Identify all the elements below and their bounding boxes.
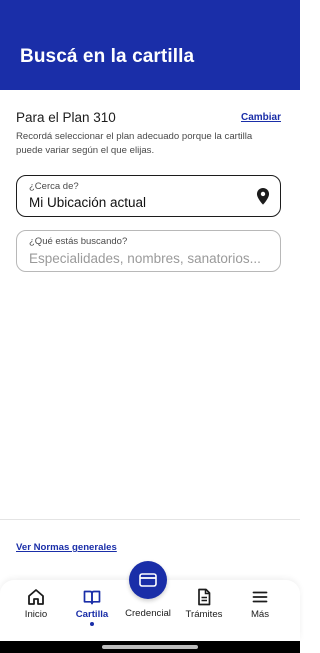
nav-item-cartilla[interactable]: Cartilla	[64, 580, 120, 641]
card-icon	[139, 573, 157, 587]
nav-label-inicio: Inicio	[24, 609, 48, 620]
nav-item-tramites[interactable]: Trámites	[176, 580, 232, 641]
plan-note: Recordá seleccionar el plan adecuado por…	[16, 131, 253, 156]
menu-icon	[252, 591, 268, 603]
home-icon	[28, 589, 44, 605]
screen: Buscá en la cartilla Para el Plan 310 Ca…	[0, 0, 300, 653]
nav-label-credencial[interactable]: Credencial	[118, 608, 178, 619]
nav-label-cartilla: Cartilla	[75, 609, 109, 620]
change-plan-link[interactable]: Cambiar	[241, 112, 281, 123]
nav-item-inicio[interactable]: Inicio	[8, 580, 64, 641]
location-pin-icon[interactable]	[256, 188, 270, 205]
location-field-value: Mi Ubicación actual	[29, 195, 147, 210]
nav-label-tramites: Trámites	[185, 609, 223, 620]
norms-link[interactable]: Ver Normas generales	[16, 542, 117, 553]
search-input[interactable]	[29, 249, 269, 267]
search-field-label: ¿Qué estás buscando?	[29, 236, 128, 247]
location-field-label: ¿Cerca de?	[29, 181, 79, 192]
location-field[interactable]: ¿Cerca de? Mi Ubicación actual	[16, 175, 281, 217]
header-bar: Buscá en la cartilla	[0, 0, 300, 90]
search-field[interactable]: ¿Qué estás buscando?	[16, 230, 281, 272]
document-icon	[198, 588, 211, 606]
nav-label-mas: Más	[250, 609, 270, 620]
page-title: Buscá en la cartilla	[20, 46, 195, 67]
credencial-button[interactable]	[129, 561, 167, 599]
gesture-handle[interactable]	[102, 645, 198, 649]
divider	[0, 519, 300, 520]
system-navigation-bar	[0, 641, 300, 653]
plan-name: Para el Plan 310	[16, 110, 116, 125]
book-icon	[83, 590, 101, 605]
nav-item-mas[interactable]: Más	[232, 580, 288, 641]
active-indicator	[90, 622, 94, 626]
